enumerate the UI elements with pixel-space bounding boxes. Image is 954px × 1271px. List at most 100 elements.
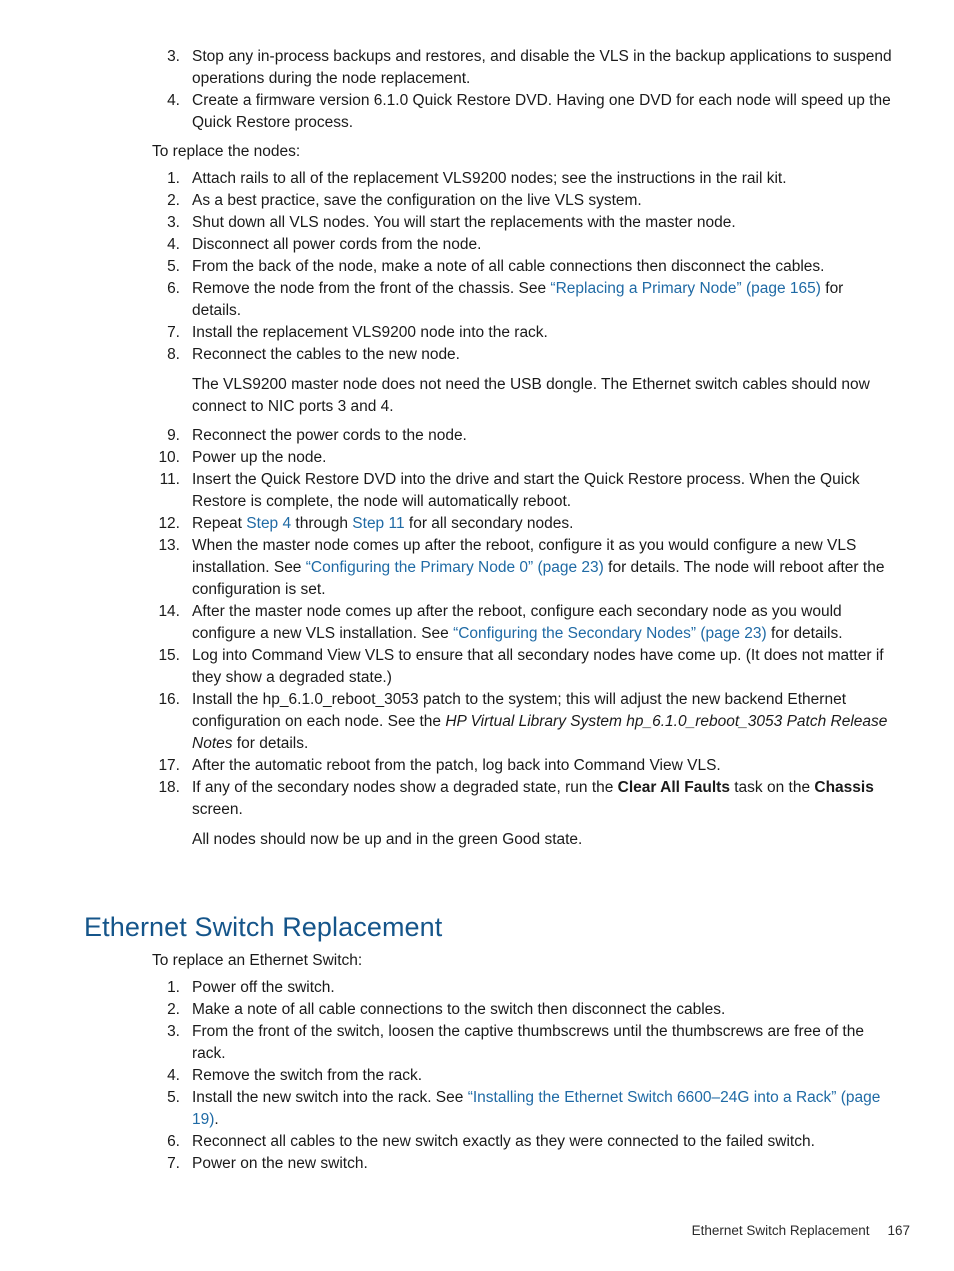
list-item-number: 3. xyxy=(167,1023,180,1040)
list-item-number: 5. xyxy=(167,258,180,275)
list-item: 7. Install the replacement VLS9200 node … xyxy=(84,322,894,344)
list-item-text: Install the new switch into the rack. Se… xyxy=(192,1087,894,1131)
list-item-text: Repeat Step 4 through Step 11 for all se… xyxy=(192,513,894,535)
switch-step-list: 1. Power off the switch. 2. Make a note … xyxy=(84,977,894,1175)
list-item-text: Power off the switch. xyxy=(192,979,335,996)
list-item: 4. Create a firmware version 6.1.0 Quick… xyxy=(84,90,894,134)
ethernet-switch-content-block: To replace an Ethernet Switch: 1. Power … xyxy=(84,950,894,1175)
footer-section-title: Ethernet Switch Replacement xyxy=(691,1223,870,1238)
list-item-number: 1. xyxy=(167,170,180,187)
list-item: 1. Power off the switch. xyxy=(84,977,894,999)
list-item-number: 13. xyxy=(158,537,180,554)
list-item-number: 5. xyxy=(167,1089,180,1106)
list-item: 5. Install the new switch into the rack.… xyxy=(84,1087,894,1131)
step-reference-link[interactable]: Step 11 xyxy=(352,515,404,532)
list-item: 8. Reconnect the cables to the new node.… xyxy=(84,344,894,418)
text-segment: through xyxy=(291,515,353,532)
list-item-text: Install the replacement VLS9200 node int… xyxy=(192,324,548,341)
footer-page-number: 167 xyxy=(887,1223,910,1238)
list-item: 9. Reconnect the power cords to the node… xyxy=(84,425,894,447)
list-item: 2. As a best practice, save the configur… xyxy=(84,190,894,212)
list-item: 3. From the front of the switch, loosen … xyxy=(84,1021,894,1065)
list-item: 2. Make a note of all cable connections … xyxy=(84,999,894,1021)
list-item-number: 4. xyxy=(167,236,180,253)
list-item: 17. After the automatic reboot from the … xyxy=(84,755,894,777)
list-item-text: Stop any in-process backups and restores… xyxy=(192,48,892,87)
list-item: 16. Install the hp_6.1.0_reboot_3053 pat… xyxy=(84,689,894,755)
list-item-number: 14. xyxy=(158,603,180,620)
list-item-text: Reconnect the power cords to the node. xyxy=(192,427,467,444)
node-step-list: 1. Attach rails to all of the replacemen… xyxy=(84,168,894,851)
lead-in-replace-switch: To replace an Ethernet Switch: xyxy=(152,952,363,969)
list-item-text: From the front of the switch, loosen the… xyxy=(192,1023,864,1062)
list-item: 13. When the master node comes up after … xyxy=(84,535,894,601)
list-item-text: Remove the node from the front of the ch… xyxy=(192,278,894,322)
list-item: 14. After the master node comes up after… xyxy=(84,601,894,645)
list-item: 3. Stop any in-process backups and resto… xyxy=(84,46,894,90)
list-item-text: Power on the new switch. xyxy=(192,1155,368,1172)
list-item-number: 9. xyxy=(167,427,180,444)
list-item-text: Make a note of all cable connections to … xyxy=(192,1001,726,1018)
list-item: 11. Insert the Quick Restore DVD into th… xyxy=(84,469,894,513)
list-item-number: 10. xyxy=(158,449,180,466)
list-item: 7. Power on the new switch. xyxy=(84,1153,894,1175)
list-item: 4. Remove the switch from the rack. xyxy=(84,1065,894,1087)
list-item-number: 3. xyxy=(167,48,180,65)
cross-reference-link[interactable]: “Configuring the Primary Node 0” (page 2… xyxy=(306,559,604,576)
list-item-number: 4. xyxy=(167,1067,180,1084)
list-item: 12. Repeat Step 4 through Step 11 for al… xyxy=(84,513,894,535)
text-segment: for details. xyxy=(232,735,309,752)
text-segment: . xyxy=(214,1111,219,1128)
list-item-number: 18. xyxy=(158,779,180,796)
list-item-text: Attach rails to all of the replacement V… xyxy=(192,170,787,187)
list-item-number: 2. xyxy=(167,192,180,209)
page-footer: Ethernet Switch Replacement 167 xyxy=(84,1222,910,1240)
list-item-text: Reconnect all cables to the new switch e… xyxy=(192,1133,815,1150)
list-item-text: As a best practice, save the configurati… xyxy=(192,192,642,209)
top-step-list: 3. Stop any in-process backups and resto… xyxy=(84,46,894,134)
text-segment: screen. xyxy=(192,801,243,818)
list-item: 6. Reconnect all cables to the new switc… xyxy=(84,1131,894,1153)
list-item-number: 3. xyxy=(167,214,180,231)
list-item-text: After the automatic reboot from the patc… xyxy=(192,757,721,774)
list-item-number: 16. xyxy=(158,691,180,708)
ui-screen-name: Chassis xyxy=(814,779,874,796)
document-page: 3. Stop any in-process backups and resto… xyxy=(0,0,954,1271)
list-item-number: 11. xyxy=(159,471,180,488)
list-item-number: 15. xyxy=(158,647,180,664)
text-segment: for details. xyxy=(766,625,843,642)
list-item-text: Log into Command View VLS to ensure that… xyxy=(192,647,884,686)
list-item-number: 7. xyxy=(167,324,180,341)
text-segment: If any of the secondary nodes show a deg… xyxy=(192,779,618,796)
list-item: 18. If any of the secondary nodes show a… xyxy=(84,777,894,851)
list-item-text: If any of the secondary nodes show a deg… xyxy=(192,777,894,821)
list-item-number: 4. xyxy=(167,92,180,109)
list-item-text: When the master node comes up after the … xyxy=(192,535,894,601)
list-item: 1. Attach rails to all of the replacemen… xyxy=(84,168,894,190)
cross-reference-link[interactable]: “Replacing a Primary Node” (page 165) xyxy=(550,280,821,297)
list-item-text: From the back of the node, make a note o… xyxy=(192,258,825,275)
list-item-sub-paragraph: The VLS9200 master node does not need th… xyxy=(192,376,870,415)
list-item-number: 6. xyxy=(167,280,180,297)
text-segment: Install the new switch into the rack. Se… xyxy=(192,1089,468,1106)
list-item-sub-paragraph: All nodes should now be up and in the gr… xyxy=(192,831,583,848)
list-item-number: 2. xyxy=(167,1001,180,1018)
list-item-text: After the master node comes up after the… xyxy=(192,601,894,645)
list-item-number: 8. xyxy=(167,346,180,363)
step-reference-link[interactable]: Step 4 xyxy=(246,515,291,532)
list-item: 4. Disconnect all power cords from the n… xyxy=(84,234,894,256)
list-item-text: Shut down all VLS nodes. You will start … xyxy=(192,214,736,231)
list-item-number: 7. xyxy=(167,1155,180,1172)
text-segment: Remove the node from the front of the ch… xyxy=(192,280,551,297)
top-content-block: 3. Stop any in-process backups and resto… xyxy=(84,46,894,858)
list-item: 15. Log into Command View VLS to ensure … xyxy=(84,645,894,689)
list-item: 3. Shut down all VLS nodes. You will sta… xyxy=(84,212,894,234)
list-item: 5. From the back of the node, make a not… xyxy=(84,256,894,278)
cross-reference-link[interactable]: “Configuring the Secondary Nodes” (page … xyxy=(453,625,767,642)
list-item-text: Remove the switch from the rack. xyxy=(192,1067,422,1084)
text-segment: Repeat xyxy=(192,515,247,532)
list-item-text: Disconnect all power cords from the node… xyxy=(192,236,482,253)
ui-task-name: Clear All Faults xyxy=(617,779,730,796)
list-item-text: Power up the node. xyxy=(192,449,327,466)
list-item-text: Insert the Quick Restore DVD into the dr… xyxy=(192,471,860,510)
